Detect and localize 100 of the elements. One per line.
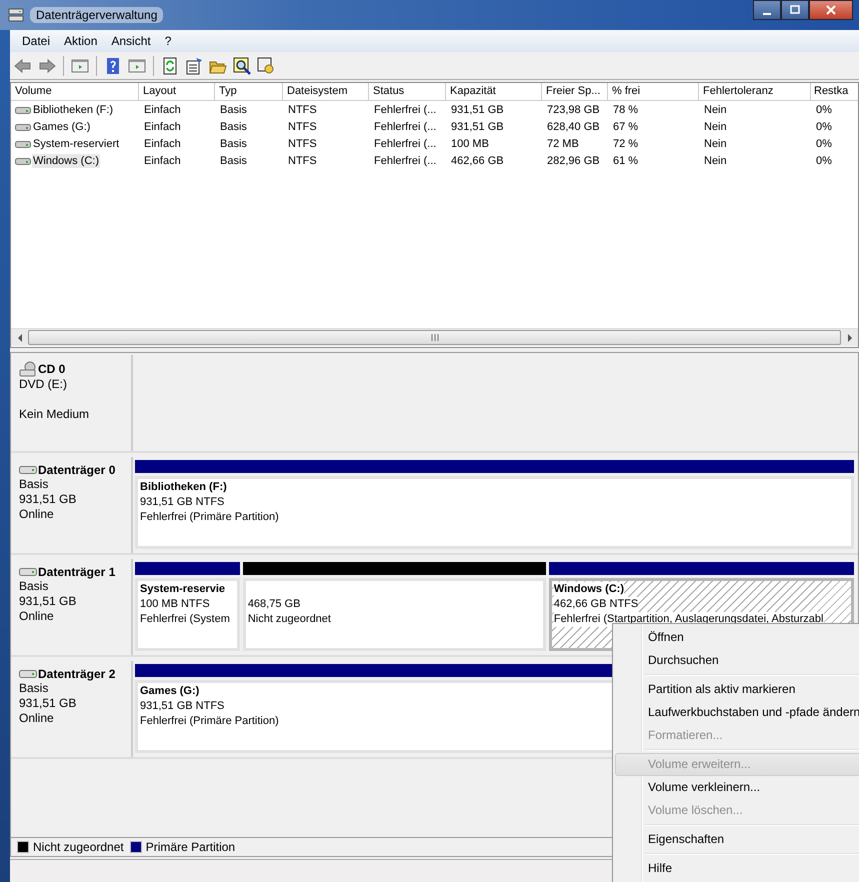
disk-label-panel[interactable]: Datenträger 1 Basis 931,51 GB Online <box>11 559 133 655</box>
context-menu-item[interactable]: Volume verkleinern... <box>615 776 859 799</box>
context-menu-item[interactable]: Hilfe <box>615 857 859 880</box>
partition-title: Bibliotheken (F:) <box>140 480 227 495</box>
cd-drive-icon <box>19 361 37 377</box>
table-cell: Einfach <box>143 102 182 116</box>
column-header[interactable]: Volume <box>11 83 139 101</box>
disk-info: DVD (E:) <box>19 377 67 392</box>
disk-info: 931,51 GB <box>19 696 76 711</box>
disk-drive-icon <box>19 669 37 679</box>
volume-name[interactable]: Bibliotheken (F:) <box>32 102 114 116</box>
column-header[interactable]: Fehlertoleranz <box>699 83 811 101</box>
disk-info: Kein Medium <box>19 407 90 422</box>
context-menu-item[interactable]: Eigenschaften <box>615 828 859 851</box>
table-cell: Basis <box>219 120 248 134</box>
partition-info: 468,75 GB <box>248 597 300 612</box>
column-header[interactable]: % frei <box>608 83 699 101</box>
disk-info: Online <box>19 507 54 522</box>
partition-panel[interactable]: Bibliotheken (F:) 931,51 GB NTFS Fehlerfrei (Primäre Partition) <box>135 476 854 549</box>
table-cell: 67 % <box>612 120 640 134</box>
disk-drive-icon <box>8 7 24 23</box>
column-header[interactable]: Dateisystem <box>283 83 369 101</box>
partition-panel[interactable]: System-reservie 100 MB NTFS Fehlerfrei (System <box>135 578 240 651</box>
partition-info: Fehlerfrei (Primäre Partition) <box>140 714 279 729</box>
table-cell: 723,98 GB <box>546 102 601 116</box>
table-cell: NTFS <box>287 120 318 134</box>
drive-icon <box>15 122 31 132</box>
partition-info: 100 MB NTFS <box>140 597 210 612</box>
close-icon <box>826 5 836 15</box>
menu-item[interactable]: ? <box>158 32 178 50</box>
table-cell: Nein <box>703 120 728 134</box>
maximize-button[interactable] <box>781 0 809 20</box>
table-cell: NTFS <box>287 154 318 168</box>
table-cell: Fehlerfrei (... <box>373 120 438 134</box>
column-header[interactable]: Status <box>369 83 446 101</box>
table-cell: Einfach <box>143 136 182 150</box>
menu-item[interactable]: Aktion <box>58 32 104 50</box>
volume-name[interactable]: Windows (C:) <box>32 154 100 168</box>
table-cell: 628,40 GB <box>546 120 601 134</box>
column-header[interactable]: Typ <box>215 83 283 101</box>
drive-icon <box>15 104 31 114</box>
table-cell: Basis <box>219 102 248 116</box>
partition-title: Games (G:) <box>140 684 200 699</box>
table-cell: Basis <box>219 136 248 150</box>
disk-info: 931,51 GB <box>19 594 76 609</box>
drive-icon <box>15 156 31 166</box>
disk-drive-icon <box>19 465 37 475</box>
column-header[interactable]: Freier Sp... <box>542 83 608 101</box>
table-cell: 0% <box>815 120 833 134</box>
volume-name[interactable]: System-reserviert <box>32 136 120 150</box>
table-cell: 100 MB <box>450 136 490 150</box>
table-cell: 0% <box>815 102 833 116</box>
disk-info: Online <box>19 711 54 726</box>
disk-info: Basis <box>19 579 48 594</box>
menu-item[interactable]: Ansicht <box>105 32 157 50</box>
grip-icon <box>430 334 438 341</box>
column-header[interactable]: Restka <box>811 83 858 101</box>
search-icon[interactable] <box>232 56 252 76</box>
table-cell: Fehlerfrei (... <box>373 102 438 116</box>
disk-info: 931,51 GB <box>19 492 76 507</box>
disk-label-panel[interactable]: Datenträger 0 Basis 931,51 GB Online <box>11 457 133 553</box>
table-cell: 72 MB <box>546 136 580 150</box>
column-header[interactable]: Layout <box>139 83 215 101</box>
horizontal-scrollbar[interactable] <box>11 328 858 346</box>
table-cell: Nein <box>703 136 728 150</box>
table-cell: 0% <box>815 154 833 168</box>
context-menu-item[interactable]: Durchsuchen <box>615 649 859 672</box>
disk-info: Basis <box>19 477 48 492</box>
disk-label-panel[interactable]: Datenträger 2 Basis 931,51 GB Online <box>11 661 133 757</box>
close-button[interactable] <box>809 0 853 20</box>
partition-info: Fehlerfrei (Primäre Partition) <box>140 510 279 525</box>
menu-item[interactable]: Datei <box>16 32 56 50</box>
column-header[interactable]: Kapazität <box>446 83 542 101</box>
partition-info: 931,51 GB NTFS <box>140 699 224 714</box>
right-arrow-icon[interactable] <box>846 334 852 342</box>
table-cell: Nein <box>703 154 728 168</box>
table-cell: 931,51 GB <box>450 120 505 134</box>
table-cell: Fehlerfrei (... <box>373 136 438 150</box>
disk-name: Datenträger 1 <box>38 565 116 579</box>
table-cell: 0% <box>815 136 833 150</box>
partition-info: Fehlerfrei (System <box>140 612 230 627</box>
disk-name: Datenträger 0 <box>38 463 116 477</box>
table-cell: NTFS <box>287 136 318 150</box>
disk-label-panel[interactable]: CD 0 DVD (E:) Kein Medium <box>11 355 133 451</box>
table-cell: Einfach <box>143 120 182 134</box>
minimize-button[interactable] <box>753 0 781 20</box>
disk-info: Online <box>19 609 54 624</box>
volume-name[interactable]: Games (G:) <box>32 120 92 134</box>
partition-title: Windows (C:) <box>554 582 624 597</box>
disk-drive-icon <box>19 567 37 577</box>
properties-icon[interactable] <box>184 56 204 76</box>
drive-icon <box>15 138 31 148</box>
partition-panel[interactable]: 468,75 GB Nicht zugeordnet <box>242 578 546 651</box>
legend-label: Nicht zugeordnet <box>33 840 124 854</box>
partition-info: Nicht zugeordnet <box>248 612 331 627</box>
table-cell: NTFS <box>287 102 318 116</box>
table-cell: 462,66 GB <box>450 154 505 168</box>
maximize-icon <box>790 5 800 15</box>
left-arrow-icon[interactable] <box>16 334 22 342</box>
table-cell: 78 % <box>612 102 640 116</box>
